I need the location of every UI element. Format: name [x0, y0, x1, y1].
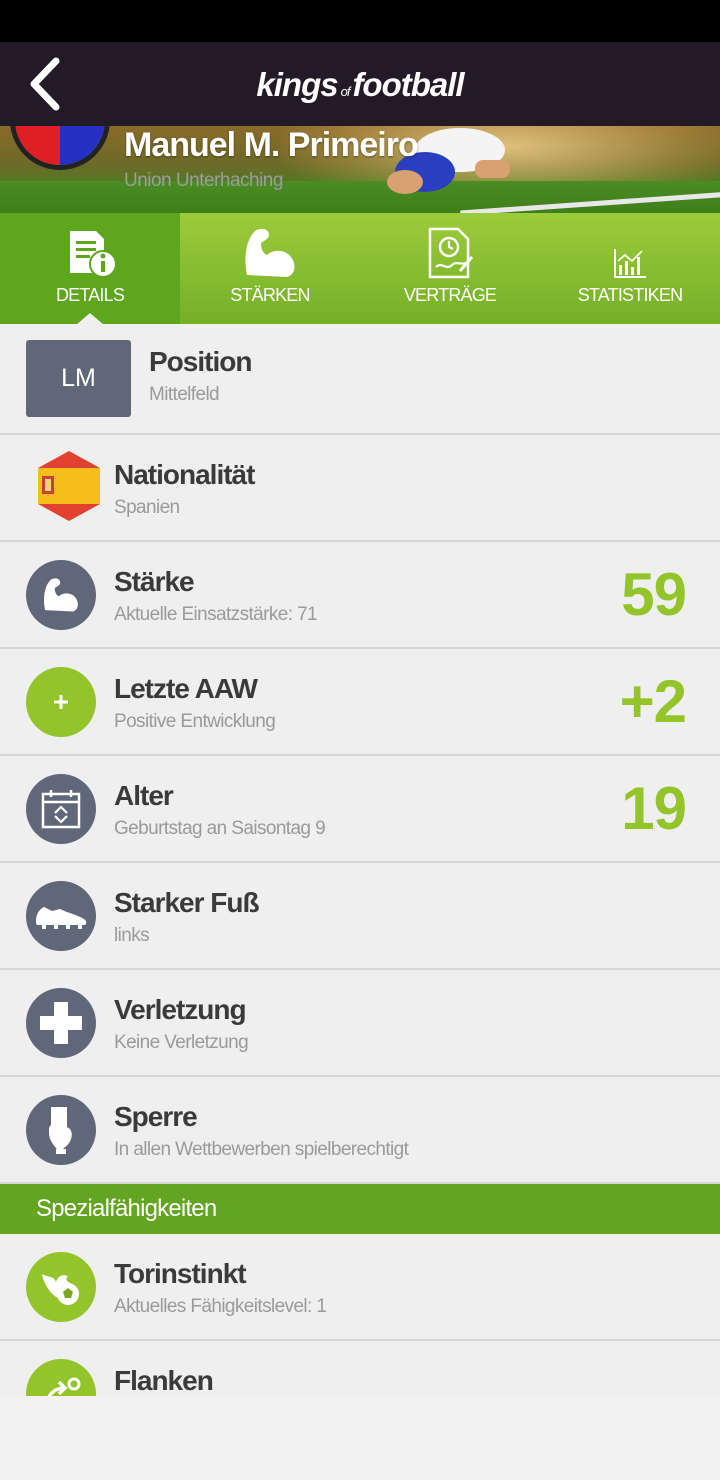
logo-text-kings: kings: [256, 66, 338, 103]
injury-icon-circle: [26, 988, 96, 1058]
torinstinkt-title: Torinstinkt: [114, 1258, 247, 1289]
bottom-spacer: [0, 1396, 720, 1480]
strong-foot-value: links: [114, 925, 150, 946]
detail-row-suspension: Sperre In allen Wettbewerben spielberech…: [0, 1077, 720, 1184]
spain-flag-icon: [38, 451, 100, 521]
detail-row-injury: Verletzung Keine Verletzung: [0, 970, 720, 1077]
ability-row-torinstinkt[interactable]: Torinstinkt Aktuelles Fähigkeitslevel: 1: [0, 1234, 720, 1341]
referee-card-icon: [49, 1107, 72, 1154]
torinstinkt-subtitle: Aktuelles Fähigkeitslevel: 1: [114, 1296, 327, 1317]
calendar-icon: [41, 790, 81, 829]
status-bar: [0, 0, 720, 42]
strength-title: Stärke: [114, 566, 195, 597]
strong-foot-icon-circle: [26, 881, 96, 951]
logo-text-football: football: [352, 66, 464, 103]
tab-statistiken-label: STATISTIKEN: [577, 285, 683, 305]
nationality-title: Nationalität: [114, 459, 255, 490]
last-aaw-icon-circle: [26, 667, 96, 737]
tab-staerken[interactable]: STÄRKEN: [180, 213, 360, 324]
last-aaw-subtitle: Positive Entwicklung: [114, 711, 276, 732]
detail-row-nationality: Nationalität Spanien: [0, 435, 720, 542]
chart-icon: [614, 249, 646, 278]
last-aaw-title: Letzte AAW: [114, 673, 258, 704]
player-details-list[interactable]: LM Position Mittelfeld Nationalität Span…: [0, 324, 720, 1396]
logo-text-of: of: [340, 84, 351, 99]
flanken-icon-circle: [26, 1359, 96, 1396]
boot-icon: [36, 907, 87, 929]
detail-row-age: Alter Geburtstag an Saisontag 9 19: [0, 756, 720, 863]
club-badge[interactable]: [10, 126, 110, 170]
flanken-title: Flanken: [114, 1365, 214, 1396]
injury-title: Verletzung: [114, 994, 247, 1025]
muscle-icon: [44, 578, 78, 612]
detail-row-strength: Stärke Aktuelle Einsatzstärke: 71 59: [0, 542, 720, 649]
tab-vertraege[interactable]: VERTRÄGE: [360, 213, 540, 324]
app-logo: kings offootball: [0, 66, 720, 104]
app-header: kings offootball: [0, 42, 720, 126]
detail-row-position: LM Position Mittelfeld: [0, 324, 720, 435]
tab-details-label: DETAILS: [55, 285, 125, 305]
player-hero-banner: Manuel M. Primeiro Union Unterhaching: [0, 126, 720, 213]
suspension-title: Sperre: [114, 1101, 198, 1132]
muscle-icon: [245, 228, 295, 277]
age-title: Alter: [114, 780, 174, 811]
details-icon: [70, 231, 117, 278]
torinstinkt-icon-circle: [26, 1252, 96, 1322]
age-value: 19: [621, 775, 687, 842]
strength-subtitle: Aktuelle Einsatzstärke: 71: [114, 604, 318, 625]
ability-row-flanken[interactable]: Flanken: [0, 1341, 720, 1396]
position-title: Position: [149, 346, 252, 377]
suspension-icon-circle: [26, 1095, 96, 1165]
fire-ball-icon: [42, 1274, 79, 1305]
contract-icon: [428, 227, 474, 279]
medical-cross-icon: [40, 1002, 82, 1044]
plus-icon: [54, 695, 68, 709]
tab-staerken-label: STÄRKEN: [230, 285, 310, 305]
age-subtitle: Geburtstag an Saisontag 9: [114, 818, 326, 839]
strength-icon-circle: [26, 560, 96, 630]
strong-foot-title: Starker Fuß: [114, 887, 260, 918]
strength-value: 59: [621, 561, 687, 628]
injury-value: Keine Verletzung: [114, 1032, 249, 1053]
cross-arrow-icon: [47, 1377, 81, 1396]
position-value: Mittelfeld: [149, 384, 220, 405]
player-name: Manuel M. Primeiro: [124, 126, 419, 164]
detail-row-strong-foot: Starker Fuß links: [0, 863, 720, 970]
nationality-value: Spanien: [114, 497, 180, 518]
tab-details[interactable]: DETAILS: [0, 213, 180, 325]
age-icon-circle: [26, 774, 96, 844]
tab-vertraege-label: VERTRÄGE: [403, 285, 497, 305]
club-name[interactable]: Union Unterhaching: [124, 170, 283, 192]
last-aaw-value: +2: [619, 668, 687, 735]
tab-statistiken[interactable]: STATISTIKEN: [540, 213, 720, 324]
tab-bar: DETAILS STÄRKEN VERTRÄGE STATISTIKEN: [0, 213, 720, 325]
suspension-value: In allen Wettbewerben spielberechtigt: [114, 1139, 409, 1160]
position-badge: LM: [26, 340, 131, 417]
detail-row-last-aaw: Letzte AAW Positive Entwicklung +2: [0, 649, 720, 756]
special-abilities-header: Spezialfähigkeiten: [0, 1184, 720, 1234]
